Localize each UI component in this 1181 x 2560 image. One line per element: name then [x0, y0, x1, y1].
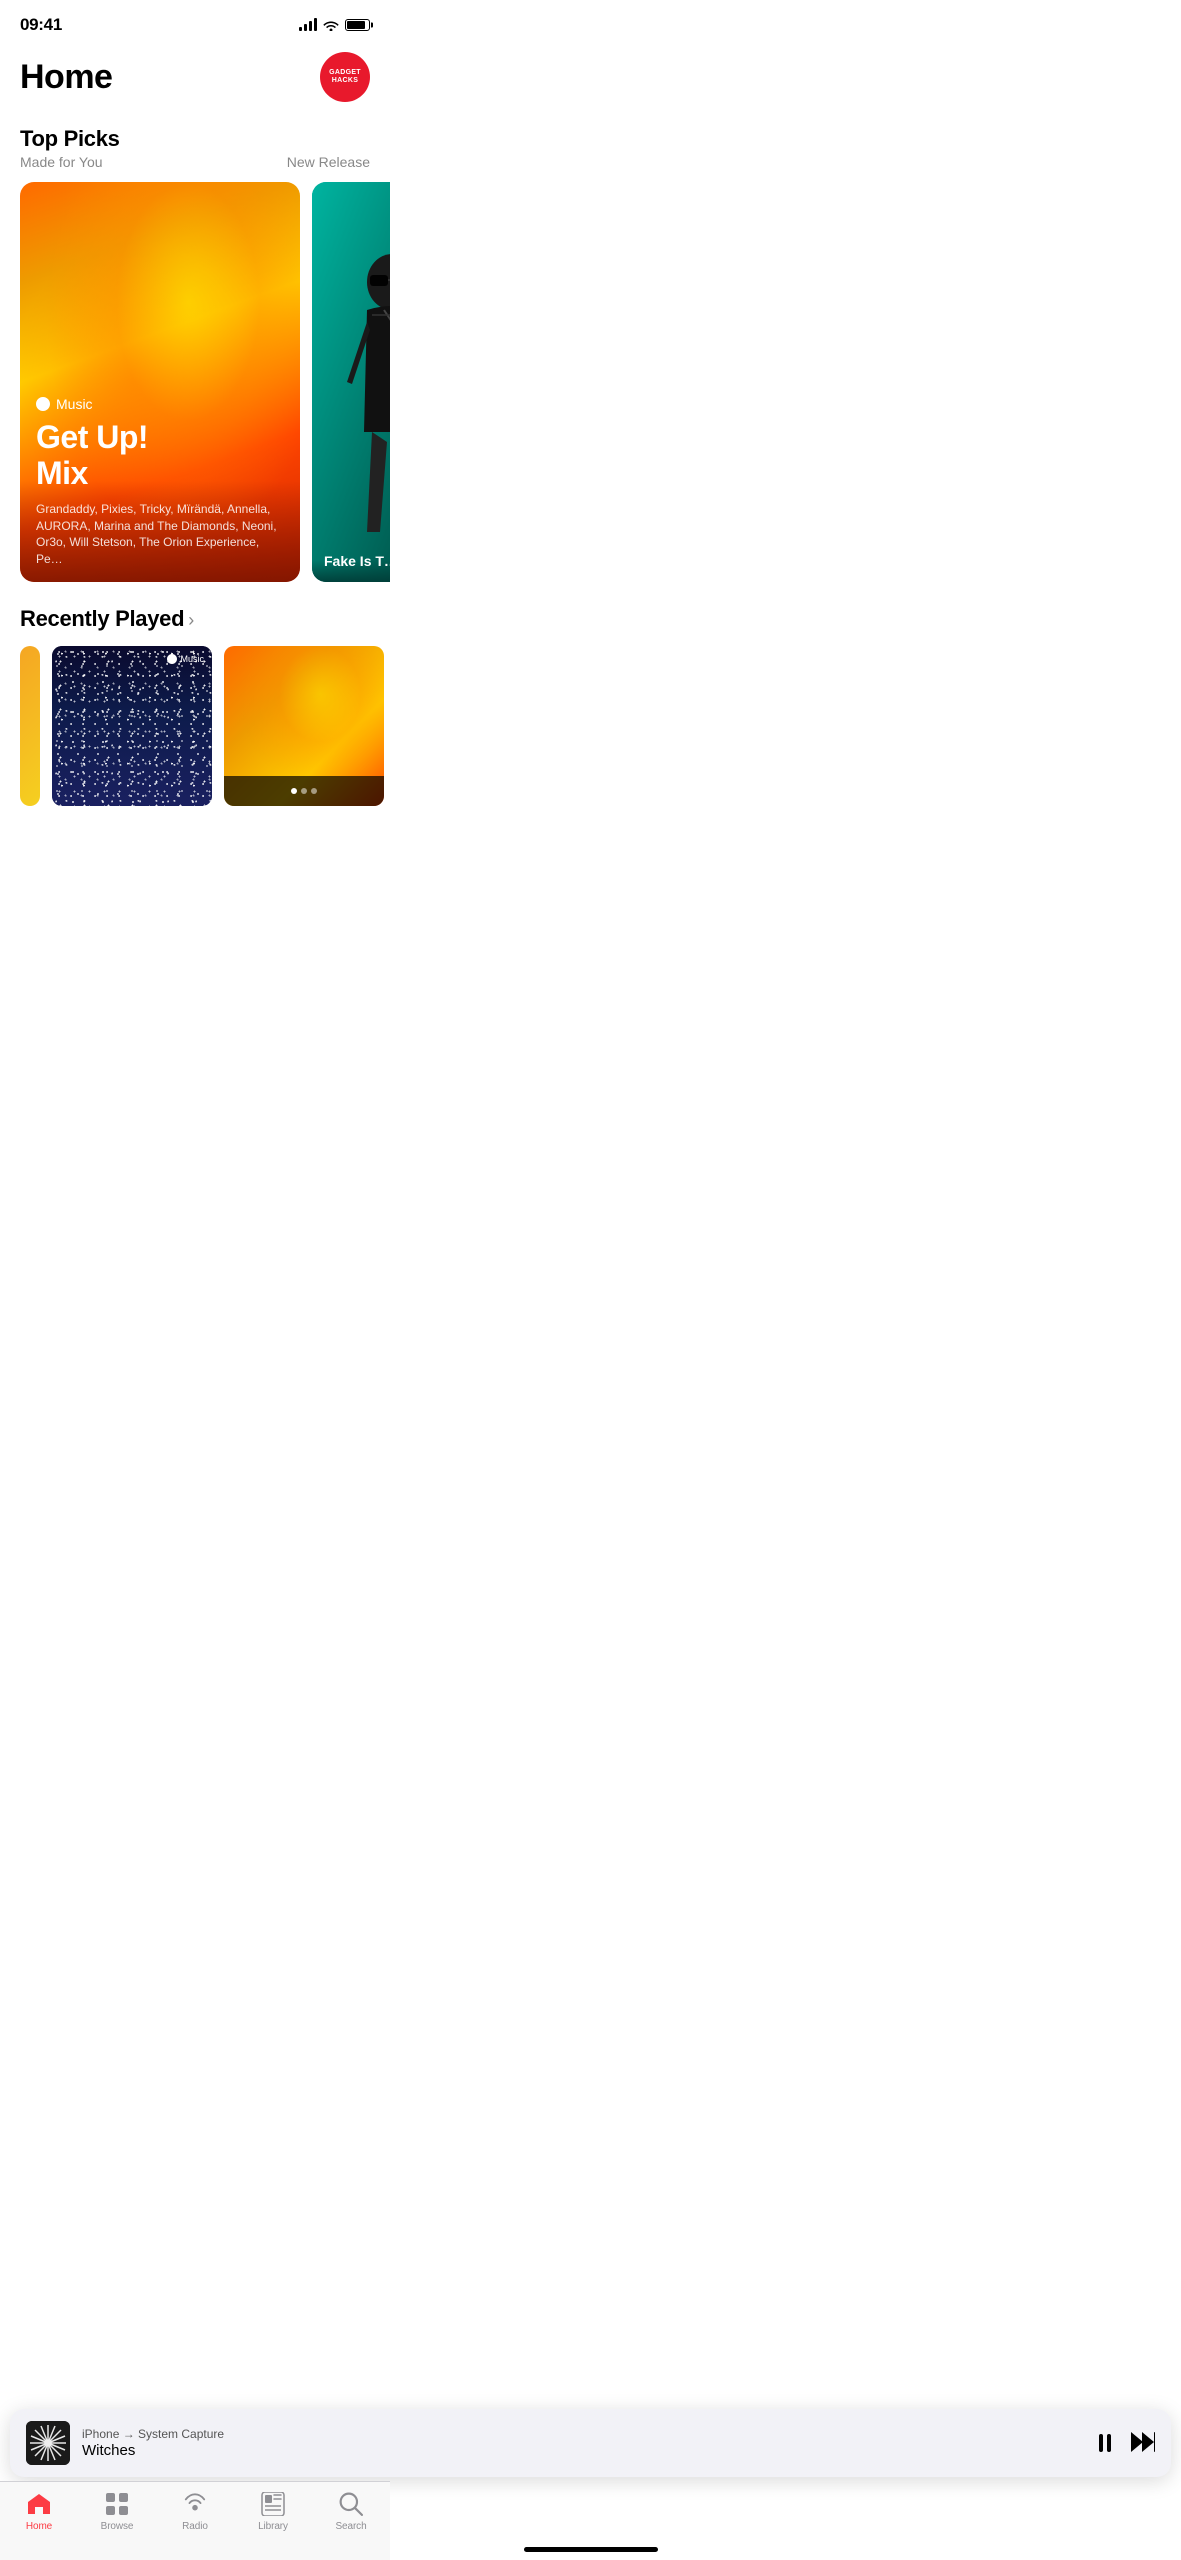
search-icon [337, 2490, 365, 2518]
recently-played-header: Recently Played › [0, 594, 390, 636]
apple-music-badge: Music [167, 654, 204, 664]
pause-button[interactable] [1095, 2433, 1115, 2453]
new-release-card[interactable]: Fake Is T… H… [312, 182, 390, 582]
tab-search[interactable]: Search [321, 2490, 381, 2532]
second-card-title: Fake Is T… H… [324, 552, 390, 570]
skip-forward-button[interactable] [1131, 2432, 1155, 2455]
get-up-mix-card[interactable]: Music Get Up! Mix Grandaddy, Pixies, Tri… [20, 182, 300, 582]
battery-icon [345, 19, 370, 31]
card-main-title: Get Up! Mix [36, 420, 284, 490]
radio-icon [181, 2490, 209, 2518]
now-playing-device: iPhone → System Capture [82, 2427, 1083, 2441]
top-picks-title: Top Picks [20, 126, 370, 152]
signal-icon [299, 19, 317, 31]
status-icons [299, 19, 370, 31]
status-bar: 09:41 [0, 0, 390, 44]
tab-library-label: Library [258, 2521, 288, 2532]
home-indicator [524, 2547, 658, 2552]
tab-search-label: Search [335, 2521, 366, 2532]
recently-played-cards: Music [0, 636, 390, 818]
apple-music-logo: Music [36, 396, 284, 412]
tab-browse[interactable]: Browse [87, 2490, 147, 2532]
tab-bar: Home Browse Radio [0, 2481, 390, 2560]
recent-card-fire[interactable] [224, 646, 384, 806]
recent-card-stars[interactable]: Music [52, 646, 212, 806]
wifi-icon [323, 19, 339, 31]
new-release-link[interactable]: New Release [287, 154, 370, 170]
top-picks-subtitle: Made for You [20, 154, 103, 170]
apple-music-label: Music [56, 396, 93, 412]
browse-icon [103, 2490, 131, 2518]
tab-radio[interactable]: Radio [165, 2490, 225, 2532]
now-playing-info: iPhone → System Capture Witches [82, 2427, 1083, 2459]
tab-home-label: Home [26, 2521, 52, 2532]
top-picks-cards: Music Get Up! Mix Grandaddy, Pixies, Tri… [0, 174, 390, 594]
now-playing-thumbnail [26, 2421, 70, 2465]
status-time: 09:41 [20, 15, 62, 35]
card-description: Grandaddy, Pixies, Tricky, Mïrändä, Anne… [36, 501, 284, 568]
tab-home[interactable]: Home [9, 2490, 69, 2532]
library-icon [259, 2490, 287, 2518]
page-header: Home GADGET HACKS [0, 44, 390, 118]
gadget-hacks-badge[interactable]: GADGET HACKS [320, 52, 370, 102]
chevron-right-icon[interactable]: › [188, 610, 194, 631]
now-playing-title: Witches [82, 2442, 1083, 2459]
home-icon [25, 2490, 53, 2518]
tab-browse-label: Browse [101, 2521, 134, 2532]
recently-played-title: Recently Played [20, 606, 184, 632]
now-playing-controls [1095, 2432, 1155, 2455]
tab-radio-label: Radio [182, 2521, 208, 2532]
page-title: Home [20, 58, 112, 97]
tab-library[interactable]: Library [243, 2490, 303, 2532]
recent-card-yellow[interactable] [20, 646, 40, 806]
top-picks-header: Top Picks Made for You New Release [0, 118, 390, 174]
now-playing-bar[interactable]: iPhone → System Capture Witches [10, 2409, 1171, 2477]
